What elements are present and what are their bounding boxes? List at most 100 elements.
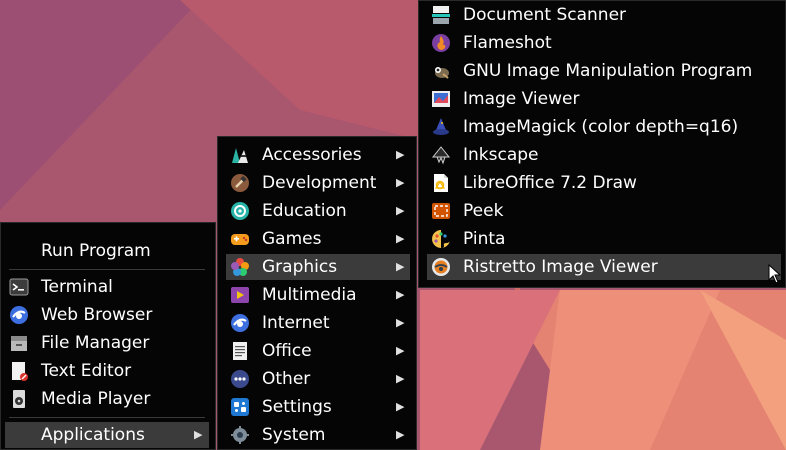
app-peek[interactable]: Peek	[427, 198, 781, 224]
menu-item-label: Internet	[262, 313, 330, 333]
category-education[interactable]: Education ▶	[226, 198, 410, 224]
submenu-arrow-icon: ▶	[194, 428, 203, 441]
category-accessories[interactable]: Accessories ▶	[226, 142, 410, 168]
submenu-arrow-icon: ▶	[396, 176, 405, 189]
menu-item-label: Pinta	[463, 229, 506, 249]
system-icon	[231, 426, 249, 444]
menu-separator	[9, 417, 205, 418]
settings-icon	[231, 398, 249, 416]
menu-item-label: Web Browser	[41, 305, 153, 325]
ristretto-icon	[432, 258, 450, 276]
submenu-arrow-icon: ▶	[396, 400, 405, 413]
menu-item-label: Document Scanner	[463, 5, 627, 25]
submenu-arrow-icon: ▶	[396, 428, 405, 441]
menu-item-label: LibreOffice 7.2 Draw	[463, 173, 637, 193]
other-icon	[231, 370, 249, 388]
app-ristretto[interactable]: Ristretto Image Viewer	[427, 254, 781, 280]
applications-menu: Accessories ▶ Development ▶ Education ▶ …	[217, 136, 417, 450]
flameshot-icon	[432, 34, 450, 52]
main-menu: Run Program Terminal Web Browser File Ma…	[0, 222, 216, 450]
submenu-arrow-icon: ▶	[396, 288, 405, 301]
app-document-scanner[interactable]: Document Scanner	[427, 2, 781, 28]
menu-item-file-manager[interactable]: File Manager	[5, 330, 209, 356]
category-office[interactable]: Office ▶	[226, 338, 410, 364]
menu-item-label: Inkscape	[463, 145, 539, 165]
menu-item-label: Applications	[41, 425, 145, 445]
menu-item-label: Image Viewer	[463, 89, 580, 109]
development-icon	[231, 174, 249, 192]
submenu-arrow-icon: ▶	[396, 260, 405, 273]
mouse-pointer-icon	[768, 264, 782, 284]
category-multimedia[interactable]: Multimedia ▶	[226, 282, 410, 308]
category-other[interactable]: Other ▶	[226, 366, 410, 392]
app-flameshot[interactable]: Flameshot	[427, 30, 781, 56]
document-scanner-icon	[432, 6, 450, 24]
category-internet[interactable]: Internet ▶	[226, 310, 410, 336]
imagemagick-icon	[433, 118, 449, 135]
menu-item-run-program[interactable]: Run Program	[5, 238, 209, 264]
accessories-icon	[232, 148, 248, 163]
submenu-arrow-icon: ▶	[396, 316, 405, 329]
pinta-icon	[432, 230, 450, 248]
menu-item-label: Other	[262, 369, 311, 389]
app-imagemagick[interactable]: ImageMagick (color depth=q16)	[427, 114, 781, 140]
menu-item-label: Development	[262, 173, 377, 193]
menu-item-label: Games	[262, 229, 322, 249]
image-viewer-icon	[432, 91, 450, 107]
gimp-icon	[435, 67, 449, 79]
menu-item-label: Settings	[262, 397, 332, 417]
app-libreoffice-draw[interactable]: LibreOffice 7.2 Draw	[427, 170, 781, 196]
graphics-icon	[231, 258, 249, 276]
web-browser-icon	[10, 306, 28, 324]
peek-icon	[432, 203, 450, 219]
app-pinta[interactable]: Pinta	[427, 226, 781, 252]
menu-item-label: Office	[262, 341, 312, 361]
menu-item-applications[interactable]: Applications ▶	[5, 422, 209, 448]
submenu-arrow-icon: ▶	[396, 204, 405, 217]
menu-item-label: Ristretto Image Viewer	[463, 257, 658, 277]
menu-item-label: Media Player	[41, 389, 151, 409]
category-development[interactable]: Development ▶	[226, 170, 410, 196]
text-editor-icon	[12, 362, 28, 381]
multimedia-icon	[231, 287, 249, 303]
menu-item-label: Peek	[463, 201, 504, 221]
submenu-arrow-icon: ▶	[396, 148, 405, 161]
menu-item-label: Accessories	[262, 145, 362, 165]
menu-item-label: Text Editor	[41, 361, 132, 381]
app-image-viewer[interactable]: Image Viewer	[427, 86, 781, 112]
games-icon	[231, 234, 249, 245]
office-icon	[233, 342, 247, 360]
menu-item-label: Terminal	[41, 277, 113, 297]
submenu-arrow-icon: ▶	[396, 372, 405, 385]
menu-item-label: File Manager	[41, 333, 150, 353]
inkscape-icon	[431, 146, 451, 165]
menu-item-label: Education	[262, 201, 347, 221]
submenu-arrow-icon: ▶	[396, 232, 405, 245]
menu-item-terminal[interactable]: Terminal	[5, 274, 209, 300]
menu-separator	[9, 269, 205, 270]
media-player-icon	[13, 390, 25, 408]
menu-item-media-player[interactable]: Media Player	[5, 386, 209, 412]
menu-item-label: Flameshot	[463, 33, 552, 53]
menu-item-label: System	[262, 425, 326, 445]
menu-item-label: Multimedia	[262, 285, 357, 305]
category-graphics[interactable]: Graphics ▶	[226, 254, 410, 280]
libreoffice-draw-icon	[434, 174, 448, 192]
submenu-arrow-icon: ▶	[396, 344, 405, 357]
terminal-icon	[9, 278, 29, 296]
menu-item-label: GNU Image Manipulation Program	[463, 61, 753, 81]
menu-item-label: ImageMagick (color depth=q16)	[463, 117, 739, 137]
graphics-menu: Document Scanner Flameshot GNU Image Man…	[418, 0, 786, 288]
menu-item-text-editor[interactable]: Text Editor	[5, 358, 209, 384]
internet-icon	[231, 314, 249, 332]
menu-item-label: Run Program	[41, 241, 151, 261]
menu-item-web-browser[interactable]: Web Browser	[5, 302, 209, 328]
education-icon	[231, 202, 249, 220]
app-inkscape[interactable]: Inkscape	[427, 142, 781, 168]
category-settings[interactable]: Settings ▶	[226, 394, 410, 420]
menu-item-label: Graphics	[262, 257, 338, 277]
file-manager-icon	[11, 336, 27, 351]
category-system[interactable]: System ▶	[226, 422, 410, 448]
category-games[interactable]: Games ▶	[226, 226, 410, 252]
app-gimp[interactable]: GNU Image Manipulation Program	[427, 58, 781, 84]
